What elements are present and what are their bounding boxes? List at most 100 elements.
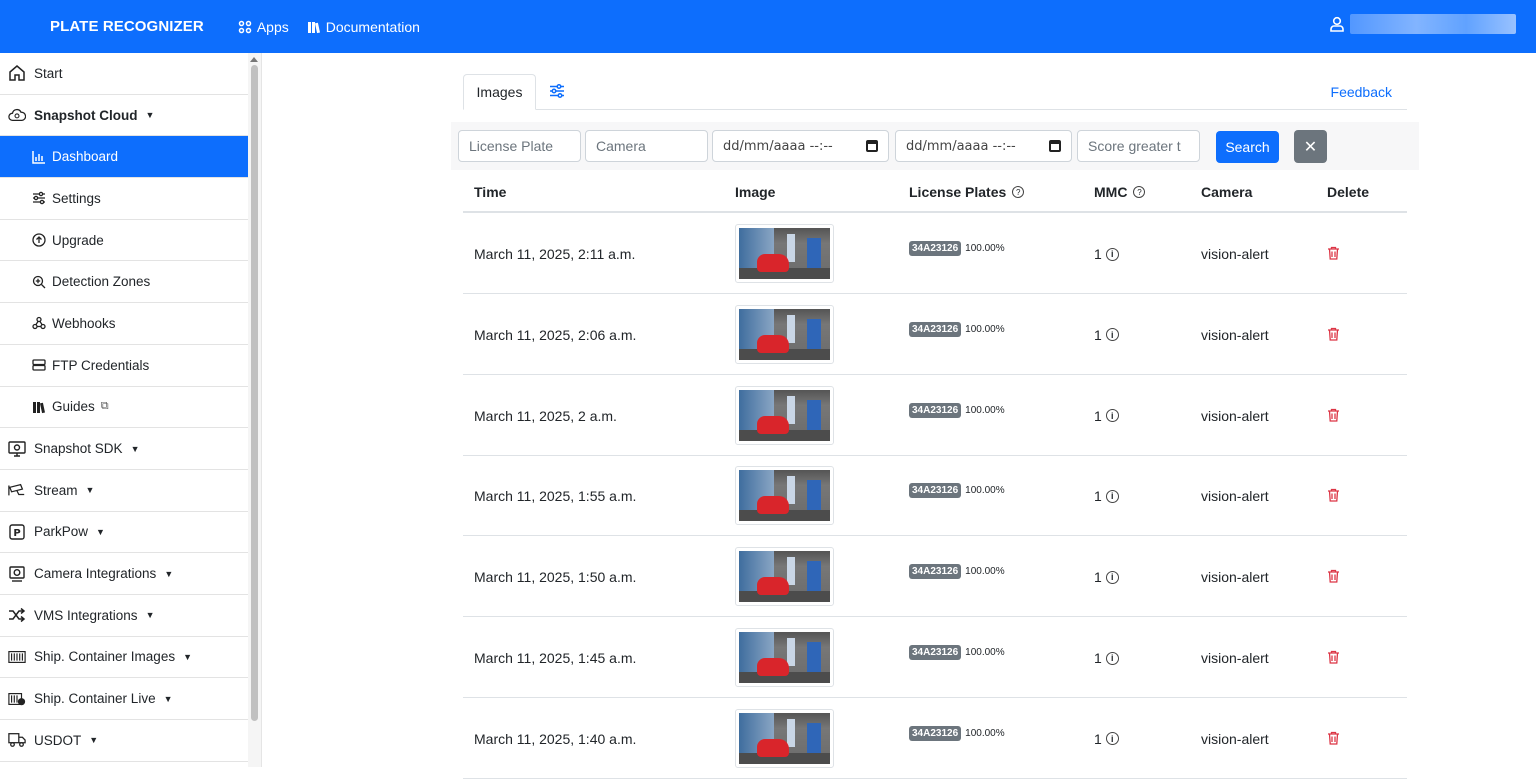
camera-input[interactable]: Camera [585,130,708,162]
caret-down-icon: ▼ [183,651,192,662]
cloud-icon [8,106,26,124]
delete-button[interactable] [1327,488,1340,505]
trash-icon [1328,489,1339,503]
info-icon[interactable]: i [1105,489,1119,503]
row-plate: 34A23126 100.00% [909,645,1005,660]
trash-icon [1328,731,1339,745]
zoom-icon [32,275,46,289]
score-input[interactable]: Score greater t [1077,130,1200,162]
scroll-up-arrow-icon[interactable] [250,57,258,62]
container-live-icon [8,690,26,708]
apps-link[interactable]: Apps [238,19,289,35]
column-delete: Delete [1327,184,1370,200]
row-camera: vision-alert [1201,407,1269,424]
sidebar-item-label: Snapshot SDK [34,441,123,457]
plate-score: 100.00% [965,243,1005,254]
clear-filters-button[interactable]: ✕ [1294,130,1327,163]
sidebar-item-camera-integrations[interactable]: Camera Integrations ▼ [0,553,248,595]
table-row: March 11, 2025, 2:11 a.m. 34A23126 100.00%… [463,213,1407,294]
delete-button[interactable] [1327,650,1340,667]
truck-icon [8,731,26,749]
delete-button[interactable] [1327,569,1340,586]
delete-button[interactable] [1327,327,1340,344]
help-icon[interactable]: ? [1133,186,1146,198]
plate-badge: 34A23126 [909,564,962,580]
sidebar-item-vms-integrations[interactable]: VMS Integrations ▼ [0,595,248,637]
license-plate-input[interactable]: License Plate [458,130,581,162]
home-icon [8,64,26,82]
info-icon[interactable]: i [1105,328,1119,342]
mmc-value: 1 [1094,488,1102,505]
info-icon[interactable]: i [1105,570,1119,584]
feedback-link[interactable]: Feedback [1331,84,1392,100]
books-icon [32,400,46,414]
mmc-value: 1 [1094,407,1102,424]
delete-button[interactable] [1327,731,1340,748]
sidebar-item-usdot[interactable]: USDOT ▼ [0,720,248,762]
delete-button[interactable] [1327,408,1340,425]
sidebar-item-stream[interactable]: Stream ▼ [0,470,248,512]
plate-badge: 34A23126 [909,645,962,660]
date-to-value: dd/mm/aaaa --:-- [906,138,1016,154]
sidebar-item-snapshot-cloud[interactable]: Snapshot Cloud ▼ [0,95,248,137]
documentation-link[interactable]: Documentation [307,19,420,35]
column-time: Time [474,184,507,200]
sidebar-item-snapshot-sdk[interactable]: Snapshot SDK ▼ [0,428,248,470]
sidebar-item-ship-container-live[interactable]: Ship. Container Live ▼ [0,678,248,720]
row-image-thumbnail[interactable] [735,304,834,364]
sidebar-item-parkpow[interactable]: P ParkPow ▼ [0,512,248,554]
top-navbar: PLATE RECOGNIZER Apps Documentation [0,0,1536,53]
search-button[interactable]: Search [1216,131,1279,163]
parking-photo [739,470,830,522]
column-mmc: MMC ? [1094,184,1146,200]
row-plate: 34A23126 100.00% [909,483,1005,499]
delete-button[interactable] [1327,246,1340,263]
sidebar-item-settings[interactable]: Settings [0,178,248,220]
caret-down-icon: ▼ [145,110,155,121]
date-from-input[interactable]: dd/mm/aaaa --:-- [712,130,889,162]
row-mmc: 1i [1094,246,1119,262]
sidebar-item-webhooks[interactable]: Webhooks [0,303,248,345]
row-time: March 11, 2025, 1:55 a.m. [474,488,637,505]
row-plate: 34A23126 100.00% [909,321,1005,337]
sidebar-item-upgrade[interactable]: Upgrade [0,220,248,262]
column-image: Image [735,184,776,200]
help-icon[interactable]: ? [1012,186,1025,198]
user-menu[interactable] [1330,14,1516,34]
trash-icon [1328,570,1339,583]
info-icon[interactable]: i [1105,732,1119,746]
row-image-thumbnail[interactable] [735,385,834,445]
row-image-thumbnail[interactable] [735,466,834,526]
caret-down-icon: ▼ [130,443,140,454]
mmc-value: 1 [1094,650,1102,666]
filter-sliders-icon[interactable] [549,83,565,102]
table-row: March 11, 2025, 1:55 a.m. 34A23126 100.00%… [463,455,1407,537]
table-row: March 11, 2025, 2:06 a.m. 34A23126 100.00%… [463,294,1407,375]
row-time: March 11, 2025, 1:50 a.m. [474,569,637,586]
sidebar-item-label: FTP Credentials [52,357,150,373]
sidebar-item-dashboard[interactable]: Dashboard [0,136,248,179]
row-image-thumbnail[interactable] [735,628,834,687]
calendar-icon[interactable] [1049,140,1061,152]
date-to-input[interactable]: dd/mm/aaaa --:-- [895,130,1072,162]
row-image-thumbnail[interactable] [735,547,834,607]
row-mmc: 1i [1094,488,1119,504]
sidebar-item-guides[interactable]: Guides ⧉ [0,387,248,429]
sidebar-item-start[interactable]: Start [0,53,248,95]
user-name-redacted [1350,14,1516,34]
plate-badge: 34A23126 [909,241,962,256]
info-icon[interactable]: i [1105,247,1119,261]
sidebar-item-ftp-credentials[interactable]: FTP Credentials [0,345,248,387]
row-image-thumbnail[interactable] [735,708,834,768]
calendar-icon[interactable] [866,140,878,152]
info-icon[interactable]: i [1105,409,1119,423]
sidebar-scrollbar-thumb[interactable] [251,65,258,721]
sidebar-item-detection-zones[interactable]: Detection Zones [0,261,248,304]
sidebar-item-ship-container-images[interactable]: Ship. Container Images ▼ [0,637,248,679]
tab-images[interactable]: Images [463,74,536,110]
caret-down-icon: ▼ [164,568,174,579]
brand-logo[interactable]: PLATE RECOGNIZER [50,18,204,35]
row-image-thumbnail[interactable] [735,224,834,283]
info-icon[interactable]: i [1105,651,1119,665]
shuffle-icon [8,606,26,624]
